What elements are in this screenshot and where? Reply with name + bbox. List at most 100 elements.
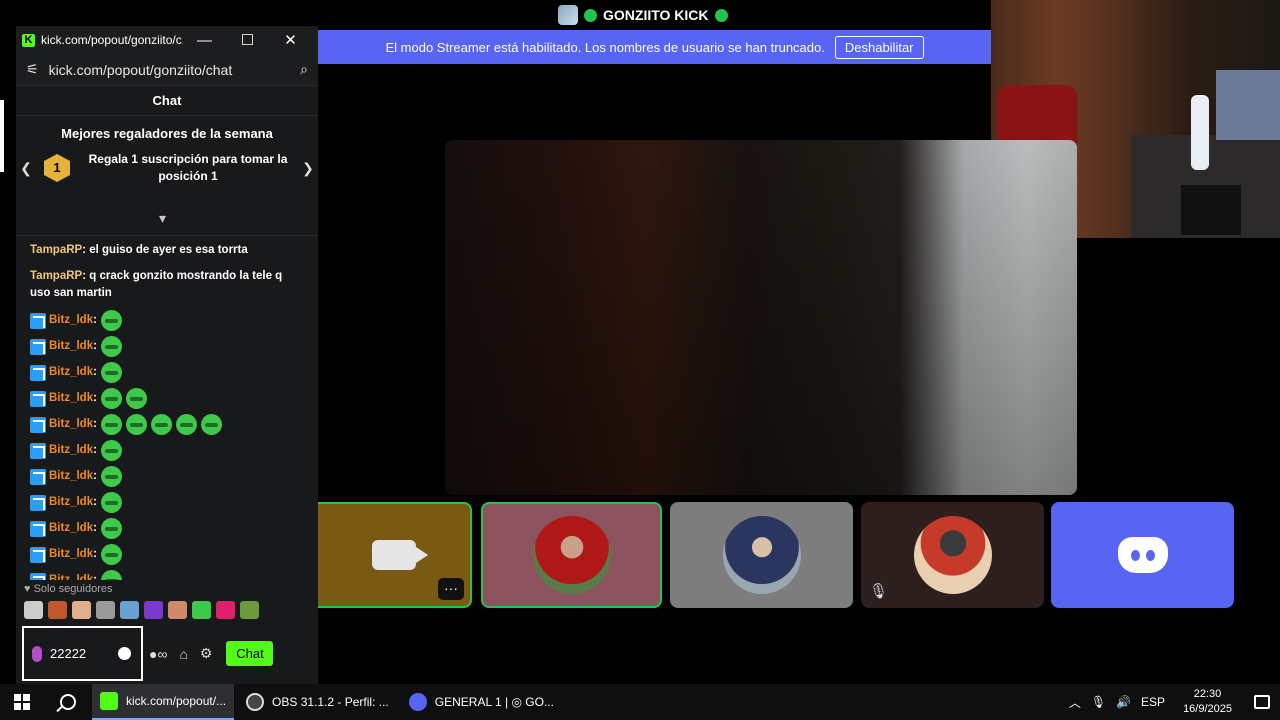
clock-date: 16/9/2025: [1183, 703, 1232, 715]
emote-icon[interactable]: [100, 414, 122, 435]
participant-tile-muted[interactable]: 🎙: [861, 502, 1044, 608]
streamer-mode-banner: El modo Streamer está habilitado. Los no…: [318, 30, 991, 64]
emote-icon[interactable]: [192, 601, 211, 619]
emote-icon[interactable]: [144, 601, 163, 619]
site-settings-icon[interactable]: ⚟: [26, 61, 39, 78]
chat-message: Bitz_ldk:: [30, 440, 304, 461]
live-dot-icon: [584, 8, 597, 22]
emote-icon[interactable]: [150, 414, 172, 435]
taskbar-app-kick[interactable]: kick.com/popout/...: [92, 684, 235, 720]
chat-username[interactable]: Bitz_ldk: [49, 520, 93, 537]
chevron-up-icon[interactable]: ︿: [1069, 694, 1081, 711]
emote-icon[interactable]: [24, 601, 43, 619]
emote-icon[interactable]: [100, 518, 122, 539]
chat-message: Bitz_ldk:: [30, 544, 304, 565]
maximize-icon[interactable]: ☐: [226, 31, 269, 49]
chat-username[interactable]: Bitz_ldk: [49, 312, 93, 329]
avatar: [722, 516, 801, 594]
emote-icon[interactable]: [100, 466, 122, 487]
video-shade: [445, 140, 1077, 495]
taskbar-app-obs[interactable]: OBS 31.1.2 - Perfil: ...: [238, 684, 397, 720]
emote-icon[interactable]: [240, 601, 259, 619]
kick-app-icon: [100, 692, 118, 710]
emoji-picker-icon[interactable]: [118, 647, 131, 660]
rank-badge: 1: [44, 154, 70, 182]
microphone-icon[interactable]: 🎙: [1091, 695, 1106, 709]
emote-icon[interactable]: [216, 601, 235, 619]
participant-tile[interactable]: [670, 502, 853, 608]
emote-icon[interactable]: [100, 492, 122, 513]
emote-icon[interactable]: [48, 601, 67, 619]
emote-icon[interactable]: [100, 440, 122, 461]
participant-tile-camera[interactable]: ···: [318, 502, 472, 608]
windows-taskbar: kick.com/popout/... OBS 31.1.2 - Perfil:…: [0, 684, 1280, 720]
emote-icon[interactable]: [125, 388, 147, 409]
more-options-button[interactable]: ···: [438, 578, 464, 600]
speaker-icon[interactable]: 🔊: [1116, 695, 1131, 709]
taskbar-app-discord[interactable]: GENERAL 1 | ◎ GO...: [401, 684, 562, 720]
chat-username[interactable]: Bitz_ldk: [49, 546, 93, 563]
chat-username[interactable]: Bitz_ldk: [49, 468, 93, 485]
search-icon[interactable]: ⌕: [300, 61, 308, 78]
emote-icon[interactable]: [100, 362, 122, 383]
taskbar-search-button[interactable]: [44, 684, 92, 720]
kick-logo-icon: K: [22, 33, 35, 47]
address-bar[interactable]: ⚟ kick.com/popout/gonziito/chat ⌕: [16, 54, 318, 86]
camera-icon: [372, 540, 428, 570]
chat-username[interactable]: Bitz_ldk: [49, 338, 93, 355]
gear-icon[interactable]: ⚙: [200, 645, 213, 662]
avatar: [913, 516, 992, 594]
notifications-icon[interactable]: [1254, 695, 1270, 709]
chat-username[interactable]: Bitz_ldk: [49, 442, 93, 459]
language-indicator[interactable]: ESP: [1141, 695, 1165, 709]
emote-icon[interactable]: [200, 414, 222, 435]
store-icon[interactable]: ⌂: [179, 646, 187, 662]
chat-username[interactable]: TampaRP: [30, 244, 82, 256]
mic-icon[interactable]: [32, 645, 42, 662]
emote-icon[interactable]: [168, 601, 187, 619]
chat-separator: :: [93, 314, 97, 326]
main-video-stream[interactable]: [445, 140, 1077, 495]
streamer-mode-text: El modo Streamer está habilitado. Los no…: [385, 39, 825, 55]
emote-icon[interactable]: [120, 601, 139, 619]
chat-input[interactable]: 22222: [22, 626, 143, 681]
emote-icon[interactable]: [100, 336, 122, 357]
chat-username[interactable]: TampaRP: [30, 270, 82, 282]
clock-time: 22:30: [1193, 688, 1222, 700]
system-tray: ︿ 🎙 🔊 ESP 22:30 16/9/2025: [1069, 687, 1280, 717]
chat-username[interactable]: Bitz_ldk: [49, 416, 93, 433]
chat-username[interactable]: Bitz_ldk: [49, 364, 93, 381]
emote-icon[interactable]: [96, 601, 115, 619]
start-button[interactable]: [0, 684, 44, 720]
chat-input-value[interactable]: 22222: [50, 646, 90, 661]
desktop: GONZIITO KICK El modo Streamer está habi…: [0, 0, 1280, 720]
emote-icon[interactable]: [100, 544, 122, 565]
chat-message: Bitz_ldk:: [30, 388, 304, 409]
taskbar-app-label: OBS 31.1.2 - Perfil: ...: [272, 695, 389, 709]
user-badge-icon: [30, 494, 46, 511]
user-badge-icon: [30, 468, 46, 485]
chat-message: Bitz_ldk:: [30, 336, 304, 357]
emote-icon[interactable]: [72, 601, 91, 619]
participant-tile-discord[interactable]: [1051, 502, 1234, 608]
chevron-right-icon[interactable]: ❯: [298, 160, 318, 177]
url-text[interactable]: kick.com/popout/gonziito/chat: [49, 62, 291, 78]
clock[interactable]: 22:30 16/9/2025: [1183, 687, 1232, 717]
minimize-icon[interactable]: —: [183, 32, 226, 49]
disable-streamer-mode-button[interactable]: Deshabilitar: [834, 35, 924, 59]
chat-separator: :: [93, 522, 97, 534]
close-icon[interactable]: ✕: [269, 31, 312, 49]
chat-username[interactable]: Bitz_ldk: [49, 390, 93, 407]
collapse-icon[interactable]: ▾: [159, 210, 166, 227]
emote-icon[interactable]: [100, 388, 122, 409]
chat-username[interactable]: Bitz_ldk: [49, 494, 93, 511]
emote-icon[interactable]: [175, 414, 197, 435]
participant-tile-speaking[interactable]: [481, 502, 662, 608]
chat-header: Chat: [16, 86, 318, 116]
emote-icon[interactable]: [100, 310, 122, 331]
gift-prompt: Regala 1 suscripción para tomar la posic…: [88, 152, 288, 183]
send-chat-button[interactable]: Chat: [226, 641, 274, 666]
chevron-left-icon[interactable]: ❮: [16, 160, 36, 177]
infinity-icon[interactable]: ●∞: [149, 646, 167, 662]
emote-icon[interactable]: [125, 414, 147, 435]
